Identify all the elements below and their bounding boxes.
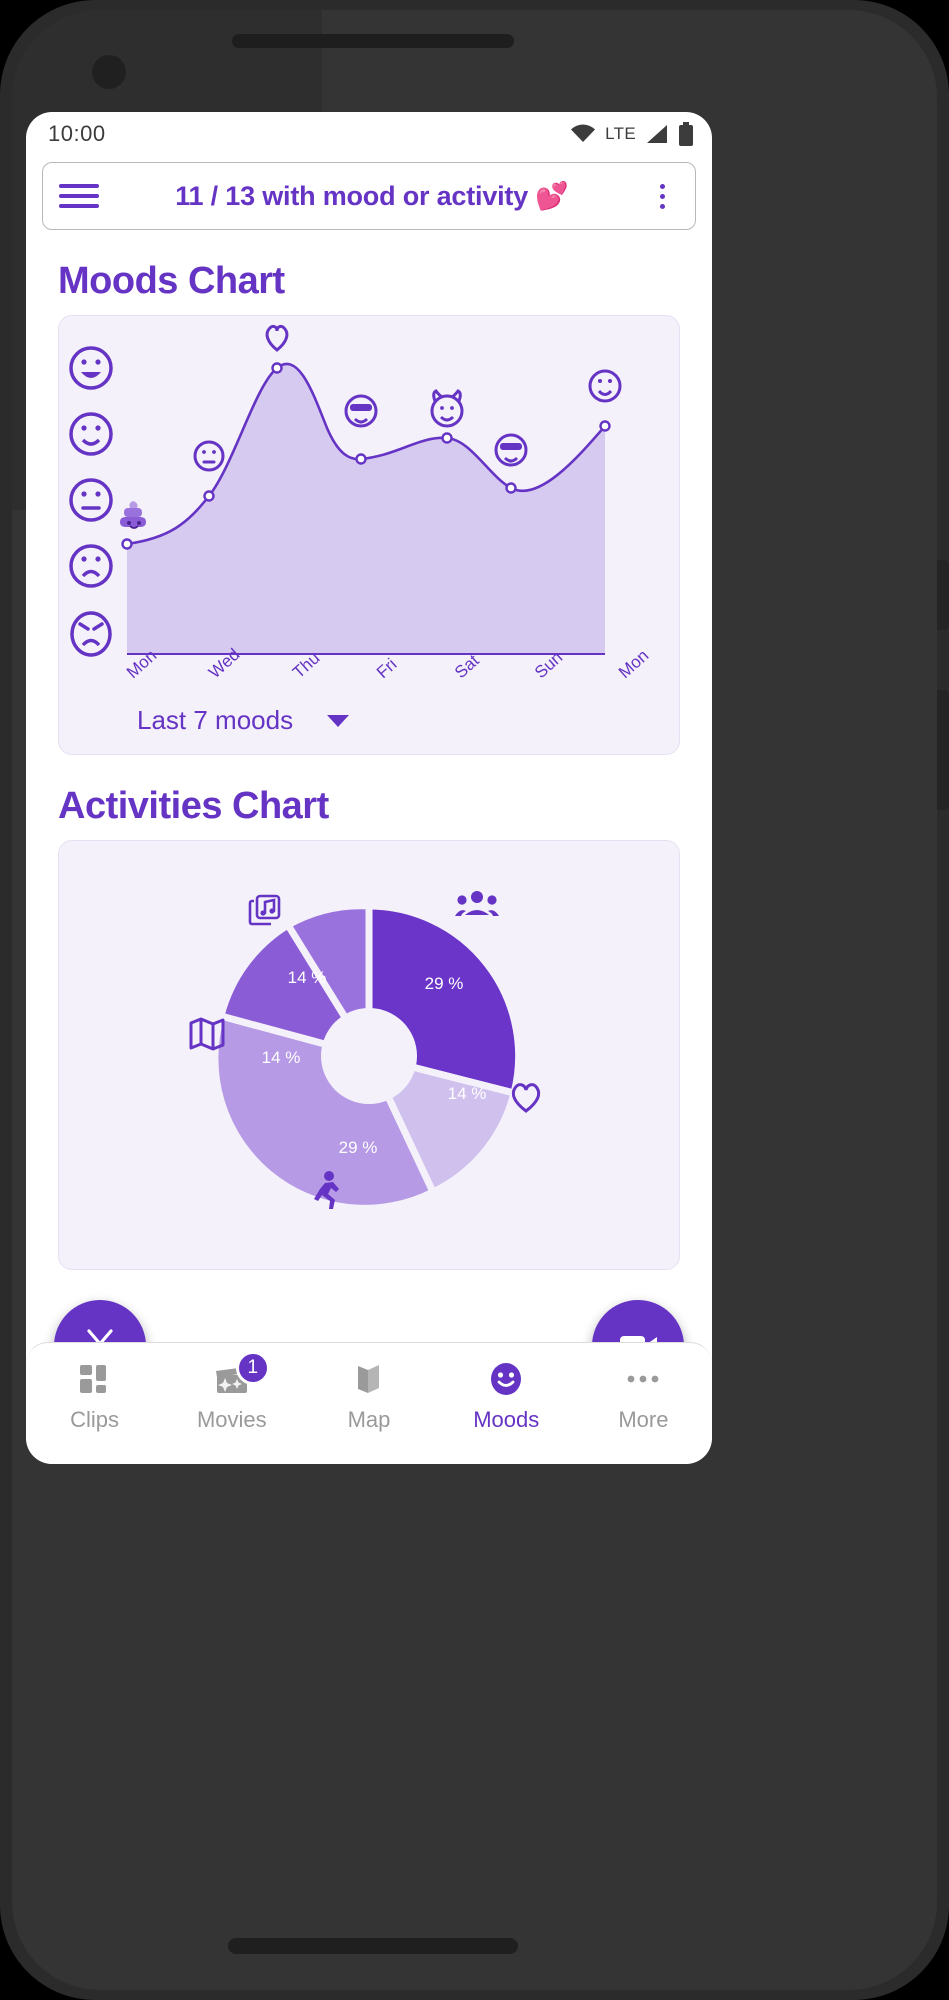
heart-icon bbox=[265, 324, 289, 352]
earpiece-speaker bbox=[232, 34, 514, 48]
status-bar: 10:00 LTE bbox=[26, 112, 712, 156]
nav-label-movies: Movies bbox=[196, 1407, 267, 1432]
status-icons: LTE bbox=[570, 122, 694, 146]
nav-label-clips: Clips bbox=[70, 1407, 120, 1432]
moods-chart-plot: Mon Wed Thu Fri Sat Sun Mon bbox=[59, 316, 679, 754]
wifi-icon bbox=[570, 124, 596, 144]
hamburger-menu-icon[interactable] bbox=[59, 184, 99, 208]
devil-face-icon bbox=[430, 389, 464, 428]
bottom-speaker bbox=[228, 1938, 518, 1954]
moods-range-dropdown[interactable]: Last 7 moods bbox=[137, 705, 350, 736]
music-library-icon bbox=[248, 894, 281, 926]
app-bar-title: 11 / 13 with mood or activity 💕 bbox=[175, 181, 569, 211]
scroll-content[interactable]: Moods Chart Mon Wed Thu Fri Sat Sun Mon … bbox=[26, 230, 712, 1464]
pie-label-people: 29 % bbox=[425, 974, 464, 993]
moods-chart-card: Mon Wed Thu Fri Sat Sun Mon Last 7 moods bbox=[58, 315, 680, 755]
grid-clips-icon bbox=[79, 1365, 106, 1393]
status-time: 10:00 bbox=[48, 121, 106, 146]
nav-item-map[interactable]: Map bbox=[300, 1359, 437, 1433]
poop-icon bbox=[120, 501, 146, 529]
app-bar: 11 / 13 with mood or activity 💕 bbox=[42, 162, 696, 230]
front-camera bbox=[92, 55, 126, 89]
nav-item-more[interactable]: More bbox=[575, 1359, 712, 1433]
happy-face-icon bbox=[588, 369, 622, 403]
nav-badge-movies: 1 bbox=[235, 1351, 270, 1385]
cool-face-icon bbox=[494, 433, 528, 467]
phone-screen: 10:00 LTE 11 / 13 with mood or activity … bbox=[26, 112, 712, 1464]
people-group-icon bbox=[455, 891, 499, 916]
nav-item-movies[interactable]: 1 Movies bbox=[163, 1351, 300, 1433]
chevron-down-icon bbox=[327, 714, 350, 727]
pie-label-running: 29 % bbox=[339, 1138, 378, 1157]
more-horizontal-icon bbox=[628, 1375, 659, 1383]
battery-icon bbox=[678, 122, 694, 146]
power-button[interactable] bbox=[937, 690, 949, 810]
volume-button[interactable] bbox=[937, 560, 949, 630]
activities-chart-title: Activities Chart bbox=[58, 785, 329, 827]
pie-slices bbox=[211, 902, 523, 1212]
pie-label-map: 14 % bbox=[262, 1048, 301, 1067]
pie-label-music: 14 % bbox=[288, 968, 327, 987]
nav-item-clips[interactable]: Clips bbox=[26, 1359, 163, 1433]
face-neutral-icon bbox=[69, 478, 113, 522]
activities-chart-card: 29 % 14 % 29 % 14 % 14 % bbox=[58, 840, 680, 1270]
network-type-label: LTE bbox=[605, 124, 636, 143]
moods-chart-title: Moods Chart bbox=[58, 260, 285, 302]
face-sad-icon bbox=[69, 544, 113, 588]
nav-label-moods: Moods bbox=[473, 1407, 540, 1432]
cellular-signal-icon bbox=[645, 124, 669, 144]
bottom-navigation-bar: Clips 1 Movies Map Moods More bbox=[26, 1342, 712, 1464]
sunglasses-face-icon bbox=[344, 394, 378, 428]
smiley-face-icon bbox=[491, 1363, 522, 1395]
face-very-happy-icon bbox=[69, 346, 113, 390]
nav-item-moods[interactable]: Moods bbox=[438, 1359, 575, 1433]
face-angry-icon bbox=[70, 611, 112, 657]
pie-label-heart: 14 % bbox=[448, 1084, 487, 1103]
nav-label-map: Map bbox=[347, 1407, 391, 1432]
moods-range-label: Last 7 moods bbox=[137, 705, 294, 735]
face-happy-icon bbox=[69, 412, 113, 456]
face-neutral-small-icon bbox=[193, 440, 225, 472]
activities-pie-plot: 29 % 14 % 29 % 14 % 14 % bbox=[59, 841, 679, 1269]
nav-label-more: More bbox=[618, 1407, 669, 1432]
map-icon bbox=[358, 1365, 379, 1393]
more-vertical-icon[interactable] bbox=[645, 183, 679, 209]
phone-frame: 10:00 LTE 11 / 13 with mood or activity … bbox=[0, 0, 949, 2000]
